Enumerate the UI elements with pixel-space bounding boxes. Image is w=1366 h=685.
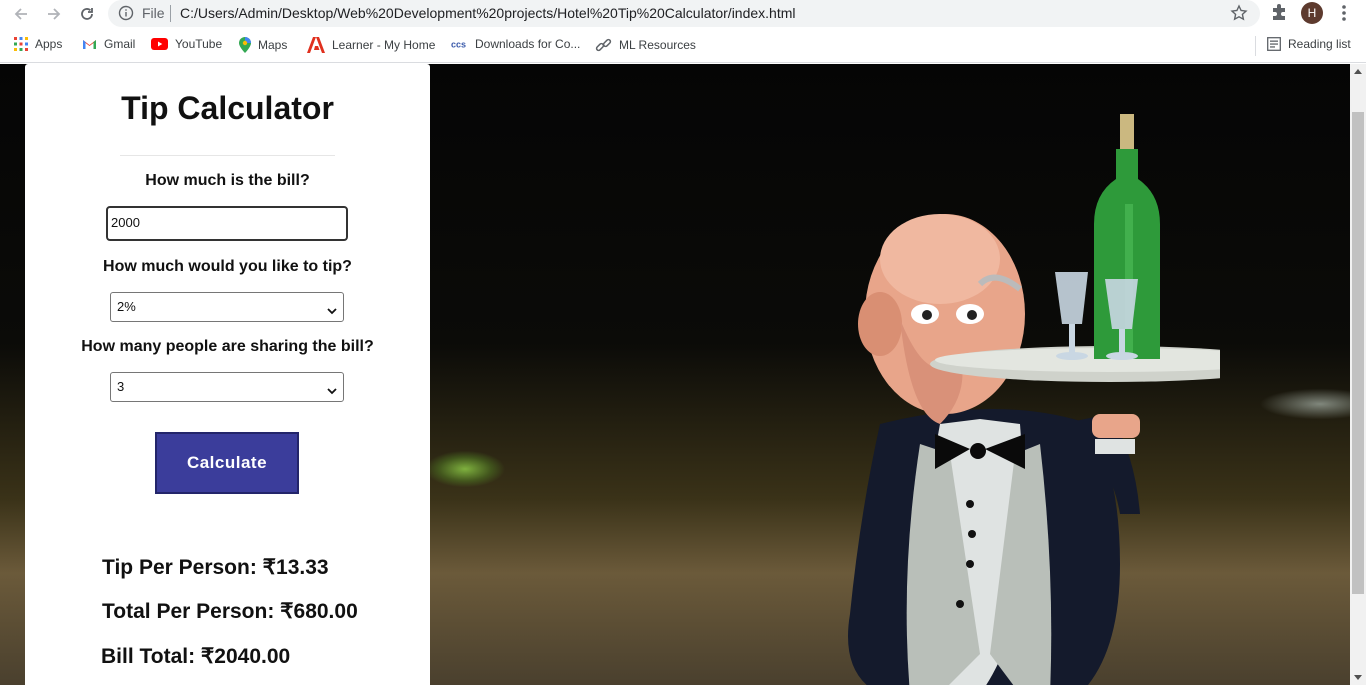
bill-total-result: Bill Total: ₹2040.00 [101, 645, 291, 668]
back-arrow-icon [14, 8, 27, 20]
bookmark-label: ML Resources [619, 38, 696, 52]
bookmark-maps[interactable]: Maps [239, 37, 287, 53]
profile-avatar[interactable]: H [1301, 2, 1323, 24]
tip-percent-select[interactable]: 2% [110, 292, 344, 322]
tip-calculator-card: Tip Calculator How much is the bill? 200… [25, 64, 430, 685]
bookmark-ml-resources[interactable]: ML Resources [595, 37, 696, 53]
address-bar[interactable]: File C:/Users/Admin/Desktop/Web%20Develo… [108, 0, 1260, 27]
bookmark-label: Apps [35, 37, 63, 51]
reload-button[interactable] [75, 2, 99, 26]
forward-button[interactable] [42, 2, 66, 26]
chevron-down-icon [327, 383, 337, 398]
bookmark-downloads[interactable]: ccs Downloads for Co... [451, 37, 580, 51]
bookmark-learner[interactable]: Learner - My Home [307, 37, 435, 53]
downloads-icon: ccs [451, 39, 468, 50]
learner-icon [307, 37, 325, 53]
browser-toolbar: File C:/Users/Admin/Desktop/Web%20Develo… [0, 0, 1366, 28]
bill-question-label: How much is the bill? [145, 172, 310, 189]
tip-per-person-result: Tip Per Person: ₹13.33 [102, 556, 329, 579]
kebab-menu-icon[interactable] [1336, 2, 1352, 29]
file-scheme-label: File [142, 5, 165, 21]
chevron-down-icon [327, 303, 337, 318]
reading-list-icon [1267, 37, 1281, 51]
back-button[interactable] [9, 2, 33, 26]
page-viewport: Tip Calculator How much is the bill? 200… [0, 64, 1350, 685]
extensions-puzzle-icon[interactable] [1270, 2, 1288, 27]
scroll-up-arrow-icon[interactable] [1354, 69, 1362, 74]
bookmark-label: Downloads for Co... [475, 37, 581, 51]
url-text[interactable]: C:/Users/Admin/Desktop/Web%20Development… [180, 5, 796, 21]
reading-list-button[interactable]: Reading list [1267, 37, 1351, 51]
link-icon [595, 37, 612, 53]
info-icon[interactable] [118, 5, 134, 26]
page-scrollbar[interactable] [1350, 64, 1366, 685]
bookmark-apps[interactable]: Apps [14, 37, 62, 51]
omnibox-divider [170, 5, 171, 22]
reload-icon [81, 8, 93, 20]
svg-text:ccs: ccs [451, 40, 466, 50]
calculate-button[interactable]: Calculate [155, 432, 299, 494]
bookmark-label: Maps [258, 38, 288, 52]
people-question-label: How many people are sharing the bill? [81, 338, 374, 355]
reading-list-label: Reading list [1288, 37, 1351, 51]
waiter-figurine-image [848, 114, 1220, 685]
bookmarks-bar: Apps Gmail YouTube Maps Learner - My Hom… [0, 28, 1366, 63]
tip-question-label: How much would you like to tip? [103, 258, 352, 275]
bookmark-label: Gmail [104, 37, 136, 51]
title-divider [120, 155, 335, 156]
scroll-down-arrow-icon[interactable] [1354, 675, 1362, 680]
people-count-select[interactable]: 3 [110, 372, 344, 402]
scrollbar-thumb[interactable] [1352, 112, 1364, 594]
page-title: Tip Calculator [121, 90, 334, 126]
bill-amount-input[interactable]: 2000 [106, 206, 348, 241]
bookmark-youtube[interactable]: YouTube [151, 37, 222, 51]
bookmark-star-icon[interactable] [1230, 4, 1248, 27]
bookmark-label: Learner - My Home [332, 38, 436, 52]
bookmarks-divider [1255, 36, 1256, 56]
total-per-person-result: Total Per Person: ₹680.00 [102, 600, 358, 623]
maps-icon [239, 37, 251, 53]
bookmark-label: YouTube [175, 37, 223, 51]
gmail-icon [82, 38, 97, 50]
apps-grid-icon [14, 37, 28, 51]
people-count-value: 3 [117, 379, 125, 394]
youtube-icon [151, 38, 168, 50]
tip-percent-value: 2% [117, 299, 136, 314]
bookmark-gmail[interactable]: Gmail [82, 37, 135, 51]
forward-arrow-icon [48, 8, 61, 20]
